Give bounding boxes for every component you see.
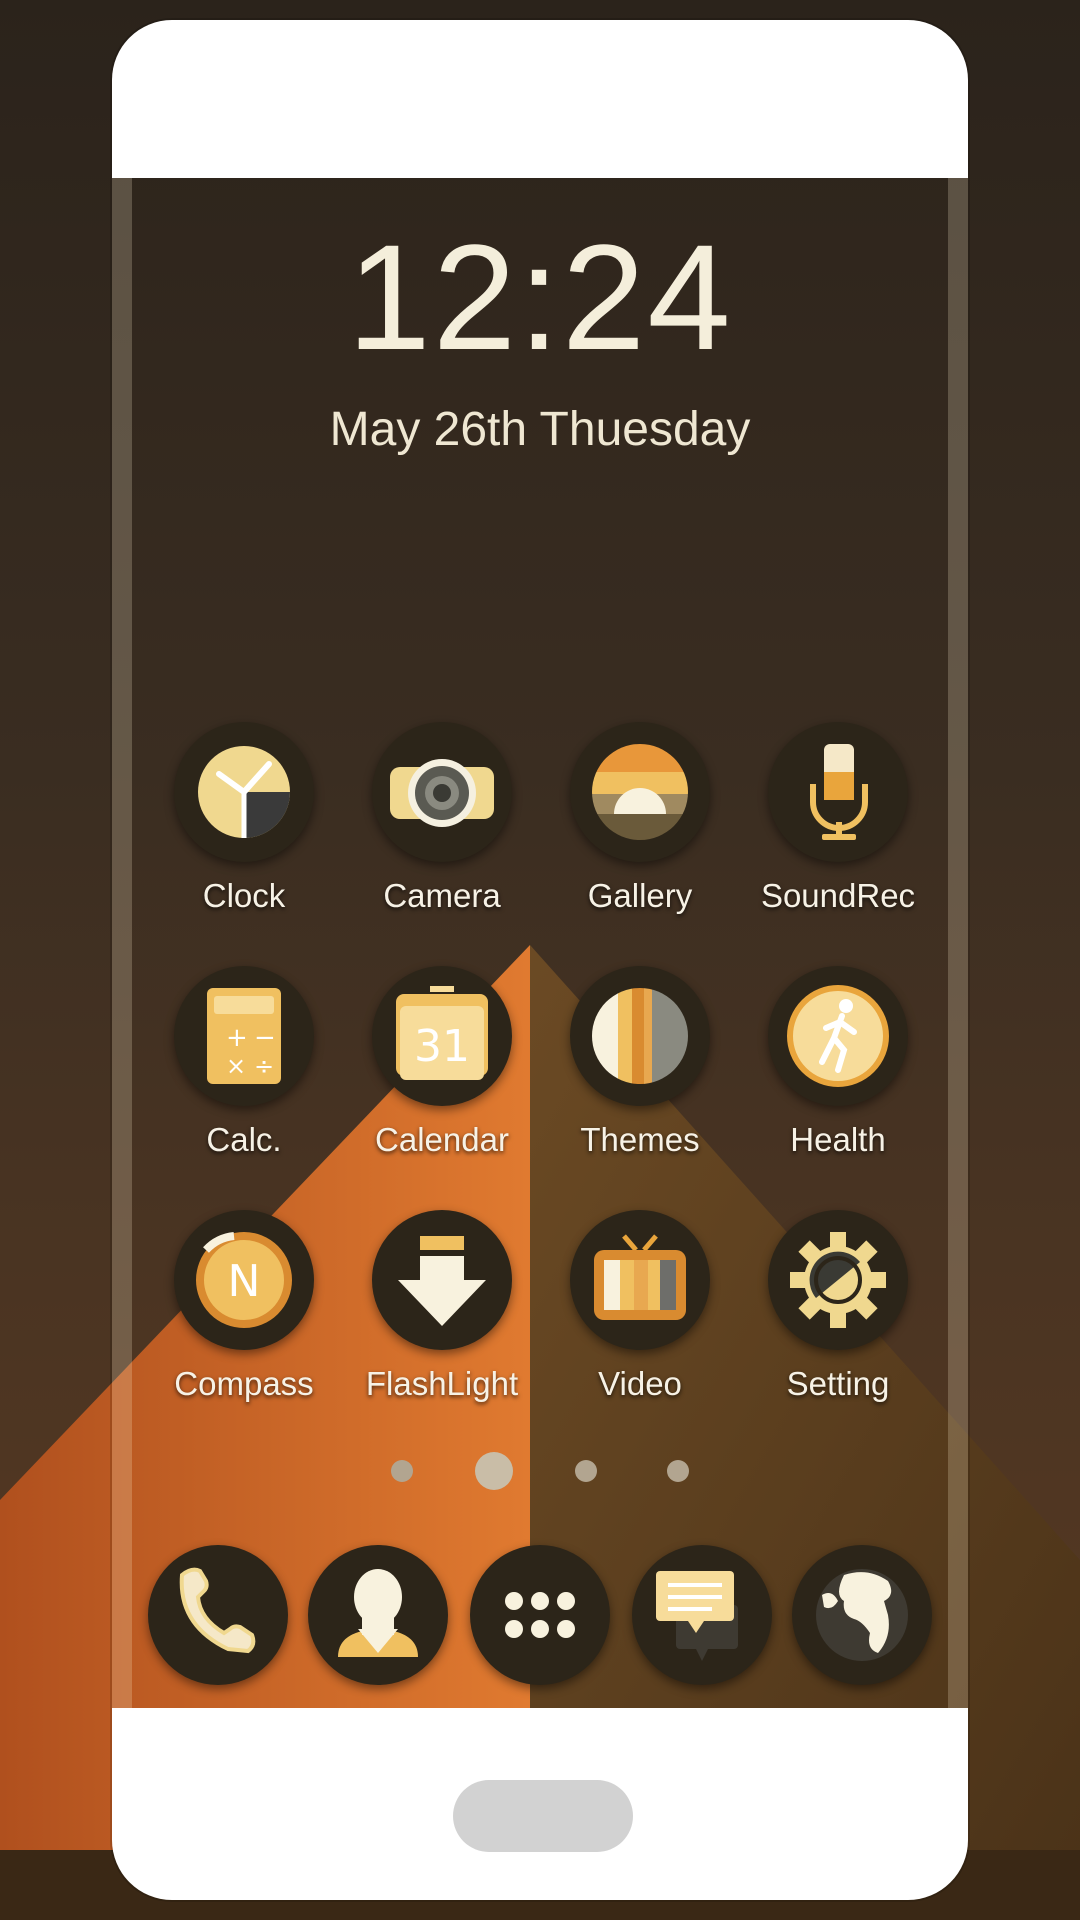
- dock-contacts[interactable]: [308, 1545, 448, 1685]
- gallery-icon: [570, 722, 710, 862]
- gear-icon: [768, 1210, 908, 1350]
- app-camera[interactable]: Camera: [352, 722, 532, 916]
- app-themes[interactable]: Themes: [550, 966, 730, 1160]
- app-soundrec[interactable]: SoundRec: [748, 722, 928, 916]
- app-label: SoundRec: [760, 877, 916, 914]
- dock-phone[interactable]: [148, 1545, 288, 1685]
- page-dot-active[interactable]: [475, 1452, 513, 1490]
- camera-icon: [372, 722, 512, 862]
- compass-icon: N: [174, 1210, 314, 1350]
- tv-icon: [570, 1210, 710, 1350]
- app-label: Calendar: [375, 1121, 509, 1158]
- calculator-icon: + − × ÷: [174, 966, 314, 1106]
- svg-text:×: ×: [226, 1052, 246, 1080]
- app-label: Clock: [202, 877, 286, 914]
- dock-messages[interactable]: [632, 1545, 772, 1685]
- app-label: FlashLight: [365, 1365, 519, 1402]
- flashlight-icon: [372, 1210, 512, 1350]
- calendar-icon: 31: [372, 966, 512, 1106]
- app-gallery[interactable]: Gallery: [550, 722, 730, 916]
- app-label: Gallery: [587, 877, 693, 914]
- phone-icon: [179, 1567, 256, 1654]
- clock-date: May 26th Thuesday: [329, 403, 751, 456]
- app-label: Video: [598, 1365, 682, 1402]
- app-calc[interactable]: + − × ÷ Calc.: [154, 966, 334, 1160]
- runner-icon: [768, 966, 908, 1106]
- svg-text:−: −: [254, 1023, 276, 1053]
- dock-browser[interactable]: [792, 1545, 932, 1685]
- app-label: Calc.: [206, 1121, 282, 1158]
- phone-top-bezel: [112, 20, 968, 178]
- clock-icon: [174, 722, 314, 862]
- app-compass[interactable]: N Compass: [154, 1210, 334, 1404]
- app-video[interactable]: Video: [550, 1210, 730, 1404]
- page-dot[interactable]: [575, 1460, 597, 1482]
- app-label: Camera: [383, 877, 501, 914]
- microphone-icon: [768, 722, 908, 862]
- home-button[interactable]: [453, 1780, 633, 1852]
- svg-text:÷: ÷: [254, 1052, 274, 1080]
- contacts-icon: [338, 1569, 418, 1657]
- compass-badge: N: [228, 1256, 261, 1307]
- page-dot[interactable]: [391, 1460, 413, 1482]
- app-health[interactable]: Health: [748, 966, 928, 1160]
- app-drawer-icon: [505, 1592, 575, 1638]
- app-setting[interactable]: Setting: [748, 1210, 928, 1404]
- svg-text:+: +: [226, 1023, 248, 1053]
- app-label: Themes: [580, 1121, 700, 1158]
- app-label: Setting: [786, 1365, 890, 1402]
- app-label: Health: [790, 1121, 886, 1158]
- page-dot[interactable]: [667, 1460, 689, 1482]
- dock-app-drawer[interactable]: [470, 1545, 610, 1685]
- app-clock[interactable]: Clock: [154, 722, 334, 916]
- globe-icon: [816, 1569, 908, 1661]
- calendar-badge: 31: [414, 1021, 470, 1072]
- messages-icon: [656, 1571, 738, 1661]
- themes-icon: [570, 966, 710, 1106]
- app-flashlight[interactable]: FlashLight: [352, 1210, 532, 1404]
- app-calendar[interactable]: 31 Calendar: [352, 966, 532, 1160]
- app-label: Compass: [174, 1365, 314, 1402]
- clock-time: 12:24: [347, 213, 733, 381]
